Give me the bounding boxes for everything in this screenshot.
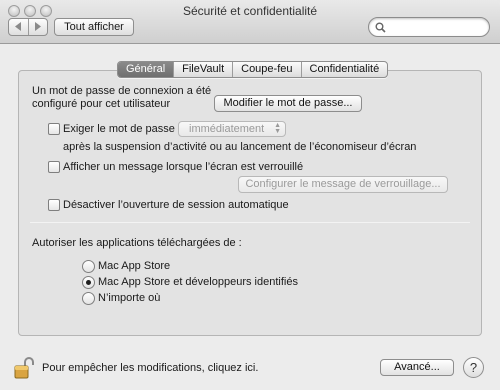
advanced-button[interactable]: Avancé... (380, 359, 454, 376)
nav-buttons (8, 18, 48, 36)
configure-lock-message-button[interactable]: Configurer le message de verrouillage... (238, 176, 448, 193)
show-message-label: Afficher un message lorsque l’écran est … (63, 161, 304, 173)
toolbar: Sécurité et confidentialité Tout affiche… (0, 0, 500, 44)
downloads-heading: Autoriser les applications téléchargées … (32, 237, 242, 249)
change-password-button[interactable]: Modifier le mot de passe... (214, 95, 362, 112)
forward-button[interactable] (27, 19, 48, 35)
tab-filevault[interactable]: FileVault (173, 62, 232, 77)
radio-label-mac-app-store: Mac App Store (98, 260, 171, 272)
help-icon[interactable]: ? (463, 357, 484, 378)
tab-firewall[interactable]: Coupe-feu (232, 62, 300, 77)
search-input[interactable] (389, 20, 483, 34)
window-title: Sécurité et confidentialité (182, 4, 318, 18)
search-field[interactable] (368, 17, 490, 37)
require-password-checkbox[interactable] (48, 123, 60, 135)
disable-auto-login-checkbox[interactable] (48, 199, 60, 211)
back-button[interactable] (9, 19, 28, 35)
chevron-right-icon (34, 21, 42, 33)
tab-general[interactable]: Général (118, 62, 174, 77)
show-message-checkbox[interactable] (48, 161, 60, 173)
require-password-description: après la suspension d’activité ou au lan… (63, 141, 417, 153)
radio-anywhere[interactable] (82, 292, 95, 305)
tab-privacy[interactable]: Confidentialité (300, 62, 388, 77)
require-password-label: Exiger le mot de passe (63, 123, 175, 135)
password-info-line2: configuré pour cet utilisateur (32, 98, 171, 110)
radio-label-identified-developers: Mac App Store et développeurs identifiés (98, 276, 298, 288)
separator (30, 222, 470, 223)
radio-identified-developers[interactable] (82, 276, 95, 289)
require-password-delay-select[interactable]: immédiatement ▲ ▼ (178, 121, 286, 137)
disable-auto-login-label: Désactiver l’ouverture de session automa… (63, 199, 289, 211)
preferences-window: Sécurité et confidentialité Tout affiche… (0, 0, 500, 390)
tab-bar: Général FileVault Coupe-feu Confidential… (117, 61, 389, 78)
chevron-left-icon (14, 21, 22, 33)
select-value: immédiatement (189, 123, 265, 135)
lock-hint-text: Pour empêcher les modifications, cliquez… (42, 362, 259, 374)
updown-arrows-icon: ▲ ▼ (274, 122, 281, 135)
radio-label-anywhere: N’importe où (98, 292, 161, 304)
show-all-button[interactable]: Tout afficher (54, 18, 134, 36)
radio-mac-app-store[interactable] (82, 260, 95, 273)
lock-open-icon[interactable] (14, 357, 34, 382)
password-info-line1: Un mot de passe de connexion a été (32, 85, 212, 97)
